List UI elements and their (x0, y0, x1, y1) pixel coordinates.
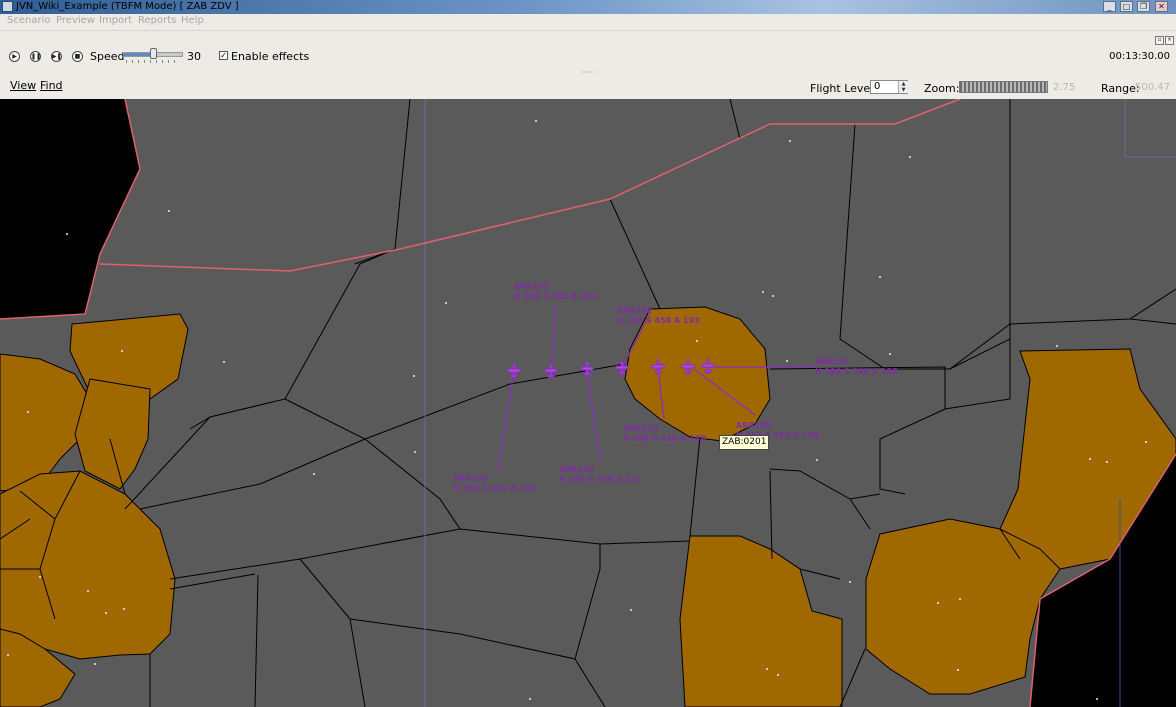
callsign: ARR107 (815, 357, 851, 366)
menu-preview[interactable]: Preview (56, 15, 95, 26)
flight-data: H 288 S 458 A 227 (559, 475, 642, 484)
simulation-clock: 00:13:30.00 (1109, 51, 1170, 62)
slider-ticks (126, 60, 180, 63)
callsign: ARR105 (453, 474, 489, 483)
splitter-grip[interactable] (582, 71, 596, 73)
aircraft-datablock-arr101[interactable]: ARR101 H 288 S 458 A 243 (514, 282, 597, 302)
enable-effects-label[interactable]: Enable effects (231, 50, 309, 63)
slider-thumb[interactable] (150, 48, 157, 59)
menu-help[interactable]: Help (181, 15, 204, 26)
menu-scenario[interactable]: Scenario (7, 15, 50, 26)
aircraft-datablock-arr103[interactable]: ARR103 H 288 S 438 A 148 (623, 424, 706, 444)
close-icon[interactable]: ✕ (1155, 1, 1168, 12)
callsign: ARR101 (514, 282, 550, 291)
callsign: ARR108 (736, 421, 772, 430)
window-titlebar: JVN_Wiki_Example (TBFM Mode) [ ZAB ZDV ]… (0, 0, 1176, 14)
view-menu[interactable]: View (10, 79, 36, 92)
aircraft-datablock-arr102[interactable]: ARR102 H 288 S 458 A 193 (617, 306, 700, 326)
outside-region-nw (0, 99, 140, 319)
menu-import[interactable]: Import (99, 15, 132, 26)
aircraft-datablock-arr107[interactable]: ARR107 H 288 S 388 A 198 (815, 357, 898, 377)
enable-effects-checkbox[interactable]: ✓ (219, 51, 228, 60)
window-title: JVN_Wiki_Example (TBFM Mode) [ ZAB ZDV ] (16, 1, 239, 12)
app-icon (2, 1, 13, 12)
stop-button[interactable]: ■ (72, 51, 83, 62)
airspace-map[interactable]: ARR101 H 288 S 458 A 243 ARR102 H 288 S … (0, 99, 1176, 707)
aircraft-datablock-arr104[interactable]: ARR104 H 288 S 458 A 227 (559, 465, 642, 485)
menubar: Scenario Preview Import Reports Help (0, 14, 1176, 31)
step-forward-button[interactable]: ▶❚ (51, 51, 62, 62)
flight-data: H 288 S 458 A 243 (514, 292, 597, 301)
zoom-slider[interactable] (959, 81, 1048, 93)
sector-tooltip: ZAB:0201 (719, 435, 770, 450)
speed-value: 30 (187, 50, 201, 63)
close-panel-icon[interactable]: × (1165, 36, 1174, 45)
restore-icon[interactable]: ❐ (1137, 1, 1150, 12)
view-menu-label: View (10, 79, 37, 92)
range-label: Range: (1101, 82, 1140, 95)
flight-data: H 288 S 438 A 148 (623, 434, 706, 443)
play-button[interactable]: ▶ (9, 51, 20, 62)
slider-fill (123, 53, 151, 56)
minimize-icon[interactable]: _ (1103, 1, 1116, 12)
menu-reports[interactable]: Reports (138, 15, 176, 26)
speed-slider[interactable] (123, 48, 183, 64)
range-value: 500.47 (1135, 82, 1170, 93)
flight-level-spinner[interactable]: ▲ ▼ (898, 81, 908, 93)
find-menu-label: Find (40, 79, 63, 92)
flight-data: H 288 S 388 A 198 (815, 367, 898, 376)
aircraft-icon (507, 363, 521, 379)
speed-label: Speed (90, 50, 125, 63)
callsign: ARR103 (623, 424, 659, 433)
map-canvas[interactable] (0, 99, 1176, 707)
flight-data: H 288 S 458 A 193 (617, 316, 700, 325)
flight-level-label: Flight Level: (810, 82, 877, 95)
zoom-label: Zoom: (924, 82, 960, 95)
flight-data: H 288 S 458 A 240 (453, 484, 536, 493)
find-menu[interactable]: Find (40, 79, 63, 92)
callsign: ARR104 (559, 465, 595, 474)
zoom-value: 2.75 (1053, 82, 1076, 93)
maximize-icon[interactable]: □ (1120, 1, 1133, 12)
pause-button[interactable]: ❚❚ (30, 51, 41, 62)
aircraft-datablock-arr105[interactable]: ARR105 H 288 S 458 A 240 (453, 474, 536, 494)
float-panel-icon[interactable]: ▫ (1155, 36, 1164, 45)
aircraft-icon (580, 361, 594, 377)
panel-dock-controls: ▫ × (1154, 31, 1174, 45)
callsign: ARR102 (617, 306, 653, 315)
